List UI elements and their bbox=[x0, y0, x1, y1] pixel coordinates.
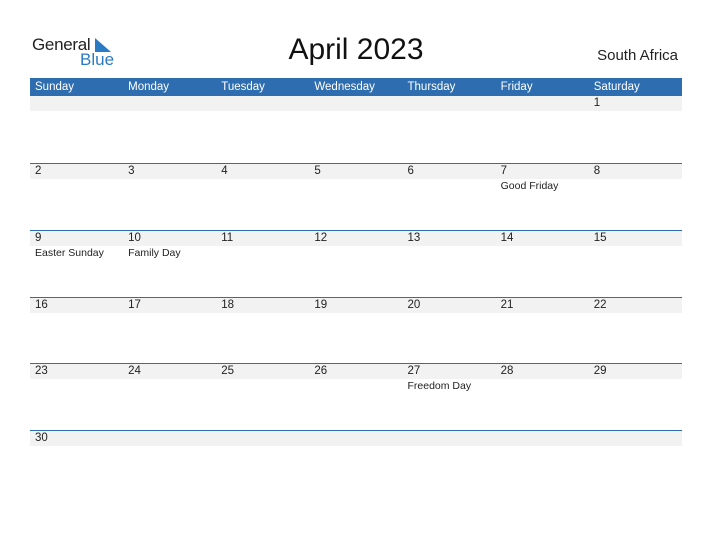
day-cell: 5 bbox=[309, 164, 402, 231]
day-cell bbox=[403, 431, 496, 498]
day-number: 24 bbox=[128, 365, 141, 377]
day-number: 1 bbox=[593, 97, 601, 109]
day-cell: 9 Easter Sunday bbox=[30, 231, 123, 298]
day-cell: 29 bbox=[589, 364, 682, 431]
day-cell: 3 bbox=[123, 164, 216, 231]
day-number: 23 bbox=[35, 365, 48, 377]
day-cell: 14 bbox=[496, 231, 589, 298]
day-number: 4 bbox=[221, 165, 228, 177]
day-cell: 27 Freedom Day bbox=[403, 364, 496, 431]
week-row: 1 bbox=[30, 96, 682, 163]
day-cell bbox=[496, 96, 589, 163]
day-number: 14 bbox=[500, 232, 514, 244]
day-number: 11 bbox=[221, 232, 234, 244]
week-row: 16 17 18 19 20 21 22 bbox=[30, 297, 682, 365]
day-cell bbox=[403, 96, 496, 163]
weekday-sunday: Sunday bbox=[35, 81, 75, 93]
week-row: 2 3 4 5 6 7 Good Friday 8 bbox=[30, 163, 682, 231]
day-cell: 22 bbox=[589, 298, 682, 365]
day-cell bbox=[216, 96, 309, 163]
day-number: 28 bbox=[500, 365, 514, 377]
day-cell bbox=[123, 431, 216, 498]
day-number: 7 bbox=[500, 165, 508, 177]
day-number: 10 bbox=[128, 232, 141, 244]
day-cell: 15 bbox=[589, 231, 682, 298]
day-cell: 20 bbox=[403, 298, 496, 365]
day-cell: 11 bbox=[216, 231, 309, 298]
day-cell: 8 bbox=[589, 164, 682, 231]
weekday-friday: Friday bbox=[500, 81, 533, 93]
holiday-label: Good Friday bbox=[500, 180, 559, 192]
day-cell: 6 bbox=[403, 164, 496, 231]
day-cell: 18 bbox=[216, 298, 309, 365]
day-number: 21 bbox=[500, 299, 514, 311]
day-cell: 26 bbox=[309, 364, 402, 431]
holiday-label: Easter Sunday bbox=[35, 247, 104, 259]
day-number: 18 bbox=[221, 299, 235, 311]
day-cell bbox=[30, 96, 123, 163]
day-cell: 10 Family Day bbox=[123, 231, 216, 298]
day-number: 3 bbox=[128, 165, 135, 177]
day-number: 17 bbox=[128, 299, 141, 311]
day-cell bbox=[496, 431, 589, 498]
day-cell: 25 bbox=[216, 364, 309, 431]
holiday-label: Family Day bbox=[128, 247, 181, 259]
day-number: 19 bbox=[314, 299, 328, 311]
country-label: South Africa bbox=[597, 47, 678, 64]
day-cell: 1 bbox=[589, 96, 682, 163]
day-cell: 28 bbox=[496, 364, 589, 431]
holiday-label: Freedom Day bbox=[407, 380, 472, 392]
day-cell bbox=[309, 96, 402, 163]
weekday-saturday: Saturday bbox=[593, 81, 640, 93]
day-number: 9 bbox=[35, 232, 42, 244]
day-cell bbox=[589, 431, 682, 498]
weekday-tuesday: Tuesday bbox=[221, 81, 265, 93]
day-number: 15 bbox=[593, 232, 607, 244]
weekday-wednesday: Wednesday bbox=[314, 81, 375, 93]
day-number: 2 bbox=[35, 165, 42, 177]
weekday-header: Sunday Monday Tuesday Wednesday Thursday… bbox=[30, 78, 682, 96]
day-number: 27 bbox=[407, 365, 421, 377]
day-number: 26 bbox=[314, 365, 328, 377]
day-cell: 21 bbox=[496, 298, 589, 365]
day-cell bbox=[216, 431, 309, 498]
day-number: 30 bbox=[35, 432, 48, 444]
day-number: 22 bbox=[593, 299, 607, 311]
day-cell: 12 bbox=[309, 231, 402, 298]
day-cell bbox=[123, 96, 216, 163]
day-cell: 4 bbox=[216, 164, 309, 231]
day-cell: 24 bbox=[123, 364, 216, 431]
day-cell: 2 bbox=[30, 164, 123, 231]
day-number: 13 bbox=[407, 232, 421, 244]
day-number: 8 bbox=[593, 165, 601, 177]
day-cell: 13 bbox=[403, 231, 496, 298]
day-number: 25 bbox=[221, 365, 235, 377]
day-cell bbox=[309, 431, 402, 498]
week-row: 30 bbox=[30, 430, 682, 498]
day-cell: 16 bbox=[30, 298, 123, 365]
day-cell: 30 bbox=[30, 431, 123, 498]
day-cell: 23 bbox=[30, 364, 123, 431]
day-number: 29 bbox=[593, 365, 607, 377]
week-row: 23 24 25 26 27 Freedom Day 28 29 bbox=[30, 363, 682, 431]
day-cell: 17 bbox=[123, 298, 216, 365]
week-row: 9 Easter Sunday 10 Family Day 11 12 13 14 15 bbox=[30, 230, 682, 298]
day-number: 5 bbox=[314, 165, 321, 177]
weekday-thursday: Thursday bbox=[407, 81, 456, 93]
day-cell: 19 bbox=[309, 298, 402, 365]
day-number: 6 bbox=[407, 165, 414, 177]
day-number: 12 bbox=[314, 232, 328, 244]
weekday-monday: Monday bbox=[128, 81, 170, 93]
day-cell: 7 Good Friday bbox=[496, 164, 589, 231]
day-number: 20 bbox=[407, 299, 421, 311]
day-number: 16 bbox=[35, 299, 48, 311]
